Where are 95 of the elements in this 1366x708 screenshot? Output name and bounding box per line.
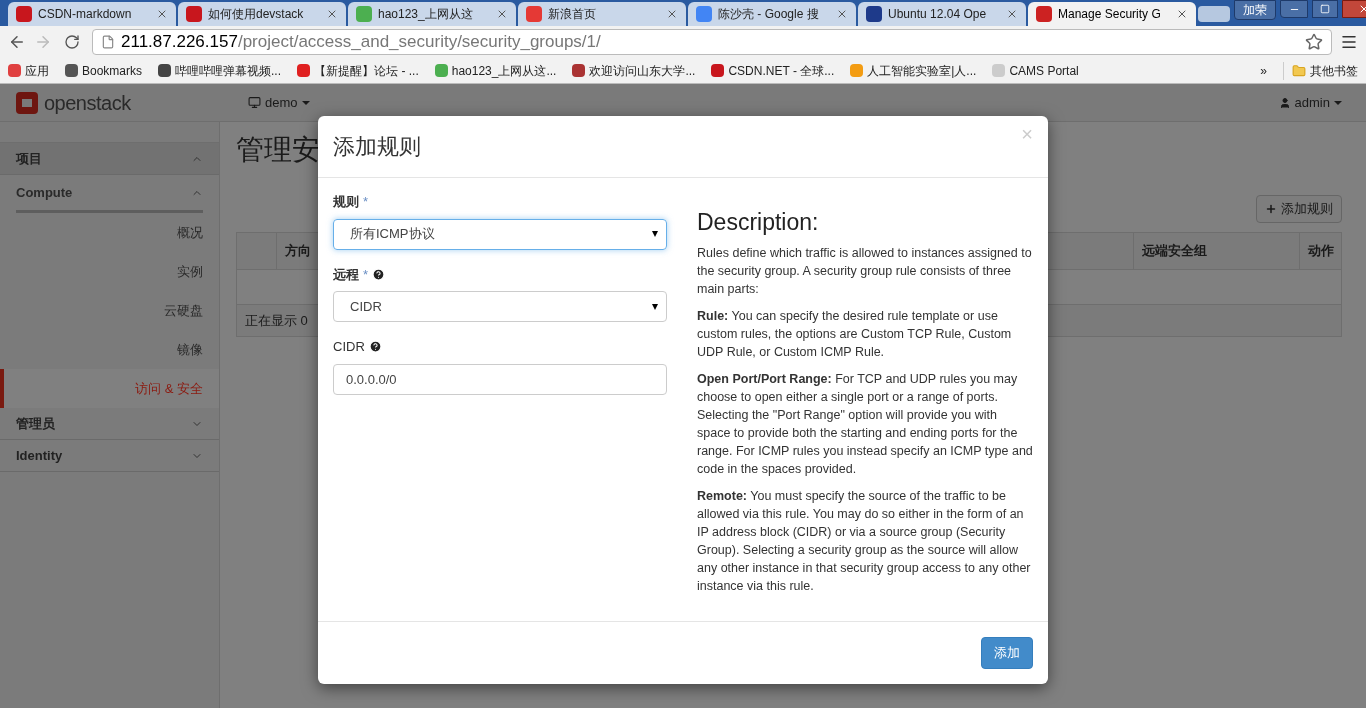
maximize-icon: [1320, 4, 1330, 14]
new-tab-button[interactable]: [1198, 6, 1230, 22]
bookmark-item[interactable]: 【新提醒】论坛 - ...: [297, 61, 419, 80]
favicon-icon: [186, 6, 202, 22]
favicon-icon: [1036, 6, 1052, 22]
bookmark-favicon-icon: [158, 64, 172, 77]
favicon-icon: [526, 6, 542, 22]
bookmark-item[interactable]: 哔哩哔哩弹幕视频...: [158, 61, 282, 80]
browser-tab[interactable]: hao123_上网从这: [348, 2, 516, 26]
select-field[interactable]: 所有ICMP协议: [333, 218, 667, 250]
favicon-icon: [696, 6, 712, 22]
close-icon[interactable]: [496, 8, 508, 20]
sidebar-item[interactable]: 镜像: [0, 330, 219, 369]
caret-icon: [1334, 100, 1342, 105]
tab-title: Manage Security G: [1058, 6, 1162, 23]
close-icon[interactable]: [326, 8, 338, 20]
caret-icon: [301, 100, 310, 105]
maximize-button[interactable]: [1312, 0, 1338, 18]
close-icon[interactable]: [156, 8, 168, 20]
description-paragraph: Open Port/Port Range: For TCP and UDP rules you may choose to open either a single port or a range of ports. Selecting the "Port Range" option will provide you with space to provide both the starting and ending ports for the range. For ICMP rules you instead specify an ICMP type and code in the spaces provided.: [697, 371, 1033, 478]
favicon-icon: [16, 6, 32, 22]
field-label: CIDR: [333, 338, 365, 356]
tab-title: hao123_上网从这: [378, 6, 474, 23]
plus-icon: [1265, 203, 1277, 215]
bookmark-favicon-icon: [711, 64, 725, 77]
description-title: Description:: [697, 208, 820, 236]
bookmark-star-icon[interactable]: [1305, 33, 1323, 51]
address-bar[interactable]: 211.87.226.157/project/access_and_security/security_groups/1/: [92, 29, 1332, 55]
field-label: 远程: [333, 265, 359, 284]
add-button[interactable]: 添加: [981, 637, 1033, 669]
menu-icon[interactable]: [1340, 33, 1358, 51]
favicon-icon: [356, 6, 372, 22]
browser-tab[interactable]: 如何使用devstack: [178, 2, 346, 26]
user-dropdown[interactable]: admin: [1278, 92, 1342, 113]
sidebar-item[interactable]: 实例: [0, 252, 219, 291]
description-paragraph: Rules define which traffic is allowed to instances assigned to the security group. A security group rule consists of three main parts:: [697, 245, 1033, 298]
favicon-icon: [866, 6, 882, 22]
close-icon[interactable]: [836, 8, 848, 20]
column-header[interactable]: 动作: [1299, 233, 1341, 269]
project-dropdown[interactable]: demo: [248, 92, 310, 113]
browser-tab[interactable]: 陈沙壳 - Google 搜: [688, 2, 856, 26]
logo-icon: [16, 91, 38, 114]
folder-icon: [1292, 63, 1306, 78]
input-field[interactable]: 0.0.0.0/0: [333, 363, 667, 395]
profile-button[interactable]: 加荣: [1234, 0, 1276, 20]
field-label: 规则: [333, 193, 359, 211]
bookmark-item[interactable]: 欢迎访问山东大学...: [572, 61, 696, 80]
bookmark-item[interactable]: 人工智能实验室|人...: [850, 61, 977, 80]
browser-tab[interactable]: Ubuntu 12.04 Ope: [858, 2, 1026, 26]
bookmark-item[interactable]: CSDN.NET - 全球...: [711, 61, 835, 80]
select-field[interactable]: CIDR: [333, 291, 667, 322]
help-icon[interactable]: [372, 267, 386, 281]
add-rule-button[interactable]: 添加规则: [1256, 195, 1342, 223]
bookmark-favicon-icon: [65, 64, 78, 77]
bookmark-favicon-icon: [850, 64, 864, 77]
tab-title: CSDN-markdown: [38, 6, 133, 23]
bookmark-item[interactable]: 应用: [8, 61, 49, 80]
close-icon[interactable]: [1006, 8, 1018, 20]
user-icon: [1278, 96, 1291, 109]
bookmark-favicon-icon: [434, 64, 448, 77]
browser-tab[interactable]: 新浪首页: [518, 2, 686, 26]
bookmark-favicon-icon: [297, 64, 311, 77]
caret-icon: [652, 303, 658, 310]
bookmark-folder[interactable]: 其他书签: [1283, 61, 1358, 80]
table-footer: 正在显示 0: [245, 310, 308, 331]
bookmark-item[interactable]: hao123_上网从这...: [434, 61, 557, 80]
browser-tab[interactable]: Manage Security G: [1028, 2, 1196, 26]
bookmark-favicon-icon: [572, 64, 586, 77]
bookmark-item[interactable]: Bookmarks: [65, 61, 143, 80]
bookmark-favicon-icon: [992, 64, 1006, 77]
close-icon[interactable]: [666, 8, 678, 20]
browser-tab[interactable]: CSDN-markdown: [8, 2, 176, 26]
description-paragraph: Rule: You can specify the desired rule template or use custom rules, the options are Custom TCP Rule, Custom UDP Rule, or Custom ICMP Rule.: [697, 308, 1013, 361]
description-paragraph: Remote: You must specify the source of the traffic to be allowed via this rule. You may do so either in the form of an IP address block (CIDR) or via a source group (Security Group). Selecting a security group as the source will allow any other instance in that security group access to any other instance via this rule.: [697, 488, 1032, 595]
dialog-title: 添加规则: [333, 133, 421, 161]
sidebar-item[interactable]: 概况: [0, 213, 219, 252]
close-icon[interactable]: [1176, 8, 1188, 20]
help-icon[interactable]: [368, 340, 382, 354]
tab-title: 如何使用devstack: [208, 6, 305, 23]
required-mark: *: [363, 193, 369, 211]
required-mark: *: [363, 265, 369, 284]
tab-title: Ubuntu 12.04 Ope: [888, 6, 988, 23]
back-icon[interactable]: [8, 33, 26, 51]
bookmark-item[interactable]: CAMS Portal: [992, 61, 1079, 80]
project-icon: [248, 96, 261, 109]
page-icon: [101, 35, 115, 49]
sidebar-item[interactable]: 云硬盘: [0, 291, 219, 330]
reload-icon[interactable]: [64, 34, 80, 50]
caret-icon: [652, 231, 658, 237]
more-bookmarks-button[interactable]: »: [1260, 61, 1267, 80]
tab-title: 陈沙壳 - Google 搜: [718, 6, 820, 23]
column-header[interactable]: 远端安全组: [1133, 233, 1299, 269]
page-title: 管理安: [236, 132, 321, 168]
bookmark-favicon-icon: [8, 64, 21, 77]
tab-title: 新浪首页: [548, 6, 597, 23]
